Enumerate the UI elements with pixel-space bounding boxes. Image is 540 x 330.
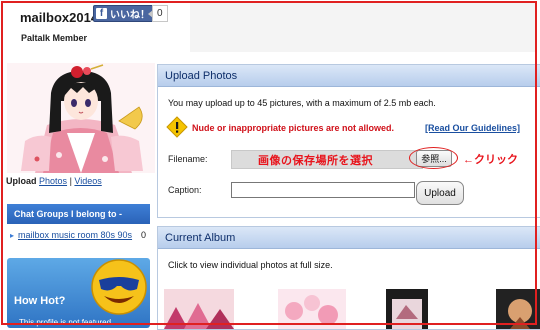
- how-hot-subtitle: This profile is not featured: [19, 318, 112, 327]
- album-thumbnail-2[interactable]: [278, 289, 346, 329]
- links-separator: |: [69, 176, 72, 186]
- bullet-arrow-icon: ▸: [10, 231, 15, 240]
- cool-smiley-icon: [91, 259, 147, 315]
- album-thumbnail-1[interactable]: [164, 289, 234, 329]
- upload-links: Upload Photos | Videos: [6, 176, 102, 186]
- caption-label: Caption:: [168, 185, 202, 195]
- caption-input[interactable]: [231, 182, 415, 198]
- profile-avatar[interactable]: [7, 63, 155, 173]
- chat-group-count: 0: [140, 230, 146, 240]
- current-album-panel: Current Album Click to view individual p…: [157, 226, 540, 330]
- chat-group-name[interactable]: mailbox music room 80s 90s: [18, 230, 132, 240]
- upload-photos-panel: Upload Photos You may upload up to 45 pi…: [157, 64, 540, 218]
- videos-link[interactable]: Videos: [74, 176, 101, 186]
- facebook-like-count: 0: [148, 5, 168, 22]
- facebook-like-button[interactable]: f いいね！: [93, 5, 155, 22]
- annotation-click: ←クリック: [463, 154, 518, 166]
- warning-text: Nude or inappropriate pictures are not a…: [192, 123, 395, 133]
- profile-username: mailbox2014: [20, 10, 99, 25]
- browse-button[interactable]: 参照...: [416, 150, 452, 167]
- facebook-like-label: いいね！: [110, 10, 150, 21]
- upload-photos-title: Upload Photos: [158, 65, 540, 87]
- member-role: Paltalk Member: [21, 33, 88, 43]
- chat-group-item[interactable]: ▸ mailbox music room 80s 90s 0: [7, 228, 150, 244]
- how-hot-title: How Hot?: [14, 295, 66, 307]
- upload-limit-info: You may upload up to 45 pictures, with a…: [168, 98, 436, 108]
- photos-link[interactable]: Photos: [39, 176, 67, 186]
- upload-button[interactable]: Upload: [416, 181, 464, 205]
- read-guidelines-link[interactable]: [Read Our Guidelines]: [425, 123, 520, 133]
- header-bar: [190, 2, 536, 52]
- current-album-title: Current Album: [158, 227, 540, 249]
- album-thumbnail-3[interactable]: [386, 289, 428, 329]
- avatar-illustration: [7, 63, 155, 173]
- annotation-select-location: 画像の保存場所を選択: [258, 155, 373, 167]
- album-thumbnail-4[interactable]: [496, 289, 540, 329]
- album-instruction: Click to view individual photos at full …: [168, 260, 333, 270]
- upload-links-label: Upload: [6, 176, 37, 186]
- filename-label: Filename:: [168, 154, 208, 164]
- facebook-icon: f: [96, 8, 107, 19]
- warning-icon: [166, 116, 188, 138]
- chat-groups-header: Chat Groups I belong to -: [7, 204, 150, 224]
